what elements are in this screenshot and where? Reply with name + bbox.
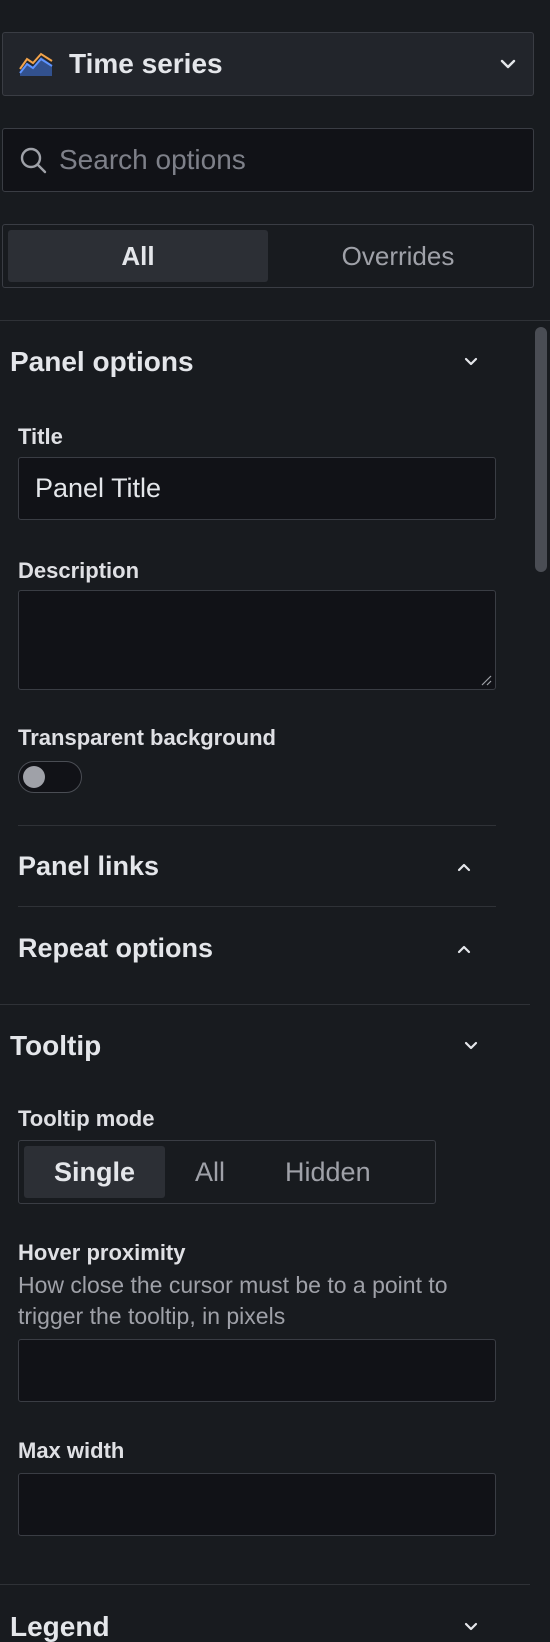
tooltip-mode-label: Tooltip mode [18,1106,155,1131]
tooltip-mode-hidden[interactable]: Hidden [255,1146,401,1198]
panel-links-title[interactable]: Panel links [18,851,159,882]
visualization-name: Time series [69,48,223,79]
chevron-down-icon[interactable] [462,1040,480,1052]
section-title-legend[interactable]: Legend [10,1611,110,1642]
search-input[interactable] [59,144,517,176]
hover-proximity-input[interactable] [18,1339,496,1402]
chevron-down-icon[interactable] [462,356,480,368]
transparent-background-toggle[interactable] [18,761,82,793]
chevron-down-icon[interactable] [462,1621,480,1633]
visualization-picker[interactable]: Time series [2,32,534,96]
tab-overrides[interactable]: Overrides [268,230,528,282]
resize-grip-icon[interactable] [480,674,492,686]
divider [18,825,496,826]
title-input[interactable]: Panel Title [18,457,496,520]
tooltip-mode-single[interactable]: Single [24,1146,166,1198]
chevron-down-icon [500,59,516,69]
scrollbar-thumb[interactable] [535,327,547,572]
search-icon [20,147,47,174]
chevron-up-icon[interactable] [455,861,473,873]
section-title-tooltip[interactable]: Tooltip [10,1030,101,1062]
toggle-knob [23,766,45,788]
tooltip-mode-radio-group: Single All Hidden [18,1140,436,1204]
tooltip-mode-all[interactable]: All [165,1146,255,1198]
hover-proximity-label: Hover proximity [18,1240,186,1265]
divider [0,320,550,321]
hover-proximity-description: How close the cursor must be to a point … [18,1272,448,1329]
options-tabs: All Overrides [2,224,534,288]
divider [0,1004,530,1005]
tab-all[interactable]: All [8,230,268,282]
section-title-panel-options[interactable]: Panel options [10,346,194,378]
max-width-input[interactable] [18,1473,496,1536]
repeat-options-title[interactable]: Repeat options [18,933,213,964]
divider [18,906,496,907]
search-box [2,128,534,192]
transparent-background-label: Transparent background [18,725,276,750]
chevron-up-icon[interactable] [455,943,473,955]
title-field-label: Title [18,424,63,449]
time-series-icon [19,52,53,76]
max-width-label: Max width [18,1438,125,1463]
description-textarea[interactable] [18,590,496,690]
description-field-label: Description [18,558,140,583]
divider [0,1584,530,1585]
